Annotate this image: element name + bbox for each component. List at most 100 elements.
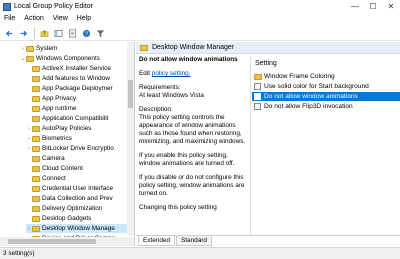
folder-icon	[32, 145, 40, 152]
tree-item-label: Windows Components	[36, 55, 100, 62]
description-text: This policy setting controls the appeara…	[139, 114, 246, 145]
tree-item-label: App Privacy	[42, 95, 77, 102]
folder-icon	[32, 215, 40, 222]
maximize-button[interactable]: ☐	[364, 0, 382, 13]
tree-item[interactable]: App Package Deploymer	[26, 84, 128, 93]
close-button[interactable]: ✕	[382, 0, 400, 13]
settings-row[interactable]: Do not allow Flip3D invocation	[252, 102, 400, 111]
edit-label: Edit	[139, 70, 151, 77]
tree-item[interactable]: Add features to Window	[26, 74, 128, 83]
requirements: Requirements: At least Windows Vista	[139, 84, 249, 100]
tree-item-label: Cloud Content	[42, 165, 83, 172]
folder-icon	[32, 185, 40, 192]
svg-text:?: ?	[85, 31, 88, 37]
settings-row-label: Use solid color for Start background	[264, 83, 369, 90]
settings-row[interactable]: Window Frame Coloring	[252, 72, 400, 81]
settings-row-label: Do not allow Flip3D invocation	[264, 103, 353, 110]
tree-item[interactable]: › BitLocker Drive Encryptio	[26, 144, 128, 153]
folder-icon	[32, 115, 40, 122]
settings-row[interactable]: Use solid color for Start background	[252, 82, 400, 91]
tree-item[interactable]: Cloud Content	[26, 164, 128, 173]
menu-action[interactable]: Action	[24, 15, 43, 22]
folder-icon	[26, 55, 34, 62]
minimize-button[interactable]: —	[346, 0, 364, 13]
tree-item-label: ActiveX Installer Service	[42, 65, 111, 72]
folder-icon	[32, 175, 40, 182]
tree-item[interactable]: Data Collection and Prev	[26, 194, 128, 203]
details-pane: Desktop Window Manager Do not allow wind…	[136, 42, 400, 246]
tab-extended[interactable]: Extended	[138, 236, 176, 246]
forward-arrow-icon[interactable]	[17, 27, 29, 39]
pane-header: Desktop Window Manager	[136, 42, 400, 54]
tree-vertical-scroll-thumb[interactable]	[128, 80, 133, 108]
folder-icon	[32, 135, 40, 142]
tree-item-label: App runtime	[42, 105, 77, 112]
help-icon[interactable]: ?	[80, 27, 92, 39]
status-bar: 3 setting(s)	[0, 247, 400, 259]
filter-icon[interactable]	[94, 27, 106, 39]
tree-item[interactable]: Credential User Interface	[26, 184, 128, 193]
tree-item[interactable]: Delivery Optimization	[26, 204, 128, 213]
pane-header-title: Desktop Window Manager	[152, 44, 235, 51]
description: Description: This policy setting control…	[139, 106, 249, 146]
tree-horizontal-scroll-thumb[interactable]	[8, 239, 96, 244]
tree-item[interactable]: App Privacy	[26, 94, 128, 103]
window-title: Local Group Policy Editor	[14, 3, 93, 10]
edit-policy-link[interactable]: policy setting.	[152, 70, 191, 77]
tree-item[interactable]: ⌄ Windows Components	[20, 54, 128, 63]
menu-bar: File Action View Help	[0, 13, 400, 24]
folder-icon	[32, 225, 40, 232]
tree-item-label: Connect	[42, 175, 66, 182]
properties-icon[interactable]	[66, 27, 78, 39]
policy-setting-icon	[254, 103, 261, 110]
tree-item-label: Delivery Optimization	[42, 205, 103, 212]
requirements-value: At least Windows Vista	[139, 92, 204, 99]
policy-tree: › System ⌄ Windows Components ActiveX Instal…	[0, 42, 135, 246]
settings-list: Setting Window Frame Coloring Use solid c…	[252, 56, 400, 236]
tree-item[interactable]: Application Compatibilit	[26, 114, 128, 123]
tree-vertical-scrollbar[interactable]	[127, 42, 134, 236]
menu-file[interactable]: File	[4, 15, 15, 22]
tree-item[interactable]: Desktop Gadgets	[26, 214, 128, 223]
tree-item[interactable]: › Biometrics	[26, 134, 128, 143]
tab-standard[interactable]: Standard	[176, 236, 212, 246]
edit-policy-line: Edit policy setting.	[139, 70, 249, 78]
settings-row[interactable]: Do not allow window animations	[252, 92, 400, 101]
toolbar-divider	[34, 27, 35, 39]
title-bar: Local Group Policy Editor — ☐ ✕	[0, 0, 400, 13]
folder-icon	[32, 85, 40, 92]
changing-text: Changing this policy setting	[139, 204, 217, 211]
tree-item-label: Camera	[42, 155, 65, 162]
tree-item[interactable]: App runtime	[26, 104, 128, 113]
tree-item[interactable]: › AutoPlay Policies	[26, 124, 128, 133]
folder-icon	[32, 195, 40, 202]
tree-item-label: AutoPlay Policies	[42, 125, 92, 132]
toolbar: ?	[0, 26, 400, 41]
disable-text: If you disable or do not configure this …	[139, 174, 245, 197]
folder-icon	[26, 45, 34, 52]
menu-help[interactable]: Help	[77, 15, 91, 22]
tree-horizontal-scrollbar[interactable]	[0, 237, 134, 246]
settings-row-label: Window Frame Coloring	[264, 73, 335, 80]
tree-item-label: Application Compatibilit	[42, 115, 109, 122]
column-header-setting[interactable]: Setting	[252, 60, 277, 67]
tree-item[interactable]: Connect	[26, 174, 128, 183]
folder-icon	[32, 165, 40, 172]
show-hide-tree-icon[interactable]	[52, 27, 64, 39]
tree-item-label: Credential User Interface	[42, 185, 114, 192]
folder-icon	[32, 75, 40, 82]
folder-icon	[32, 205, 40, 212]
settings-row-label: Do not allow window animations	[264, 93, 358, 100]
tree-item[interactable]: ActiveX Installer Service	[26, 64, 128, 73]
requirements-label: Requirements:	[139, 84, 181, 91]
back-arrow-icon[interactable]	[3, 27, 15, 39]
tree-item[interactable]: › System	[20, 44, 128, 53]
menu-view[interactable]: View	[53, 15, 68, 22]
tree-item-label: App Package Deploymer	[42, 85, 113, 92]
tree-item-label: Desktop Window Manage	[42, 225, 115, 232]
tree-item-label: System	[36, 45, 58, 52]
folder-up-icon[interactable]	[38, 27, 50, 39]
tree-item[interactable]: › Desktop Window Manage	[26, 224, 128, 233]
tree-item[interactable]: Camera	[26, 154, 128, 163]
folder-icon	[254, 73, 262, 80]
